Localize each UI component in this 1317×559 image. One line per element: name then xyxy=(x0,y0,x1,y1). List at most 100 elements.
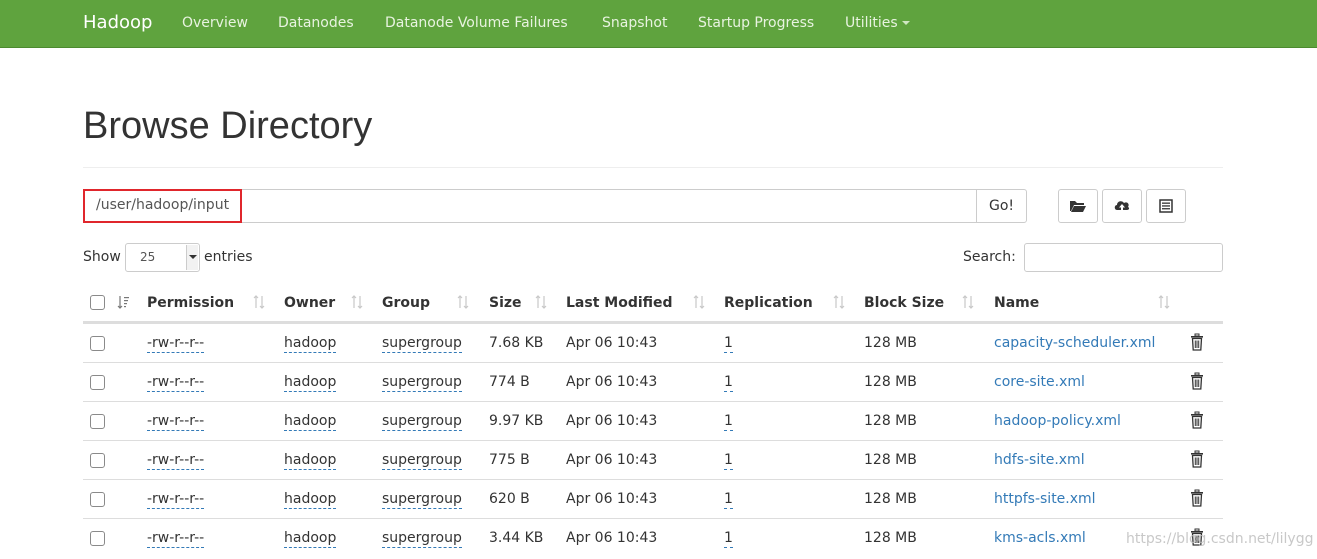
nav-snapshot[interactable]: Snapshot xyxy=(602,15,667,31)
last-modified-cell: Apr 06 10:43 xyxy=(566,335,658,351)
nav-startup-progress[interactable]: Startup Progress xyxy=(698,15,814,31)
caret-down-icon xyxy=(901,21,910,25)
owner-cell[interactable]: hadoop xyxy=(284,491,337,509)
size-cell: 7.68 KB xyxy=(489,335,544,351)
replication-cell[interactable]: 1 xyxy=(724,413,733,431)
permission-cell[interactable]: -rw-r--r-- xyxy=(147,491,205,509)
file-name-link[interactable]: hadoop-policy.xml xyxy=(994,413,1121,429)
show-label: Show xyxy=(83,249,121,265)
file-name-link[interactable]: hdfs-site.xml xyxy=(994,452,1085,468)
upload-files-button[interactable] xyxy=(1102,189,1142,223)
replication-cell[interactable]: 1 xyxy=(724,530,733,548)
owner-cell[interactable]: hadoop xyxy=(284,335,337,353)
nav-datanode-volume-failures[interactable]: Datanode Volume Failures xyxy=(385,15,568,31)
last-modified-cell: Apr 06 10:43 xyxy=(566,491,658,507)
sort-icon[interactable] xyxy=(1158,294,1170,310)
group-cell[interactable]: supergroup xyxy=(382,374,462,392)
brand-logo[interactable]: Hadoop xyxy=(83,12,152,33)
row-checkbox[interactable] xyxy=(90,492,105,507)
column-header-owner[interactable]: Owner xyxy=(284,295,335,311)
row-checkbox[interactable] xyxy=(90,414,105,429)
sort-icon[interactable] xyxy=(253,294,265,310)
nav-utilities-label: Utilities xyxy=(845,15,898,31)
permission-cell[interactable]: -rw-r--r-- xyxy=(147,374,205,392)
group-cell[interactable]: supergroup xyxy=(382,530,462,548)
search-input[interactable] xyxy=(1024,243,1223,272)
group-cell[interactable]: supergroup xyxy=(382,491,462,509)
file-name-link[interactable]: capacity-scheduler.xml xyxy=(994,335,1155,351)
title-divider xyxy=(83,167,1223,168)
owner-cell[interactable]: hadoop xyxy=(284,452,337,470)
replication-cell[interactable]: 1 xyxy=(724,374,733,392)
go-button[interactable]: Go! xyxy=(976,189,1027,223)
nav-utilities-dropdown[interactable]: Utilities xyxy=(845,15,910,31)
table-row: -rw-r--r-- hadoop supergroup 9.97 KB Apr 06 … xyxy=(83,401,1223,440)
last-modified-cell: Apr 06 10:43 xyxy=(566,374,658,390)
block-size-cell: 128 MB xyxy=(864,413,917,429)
create-directory-button[interactable] xyxy=(1058,189,1098,223)
sort-icon[interactable] xyxy=(457,294,469,310)
replication-cell[interactable]: 1 xyxy=(724,491,733,509)
size-cell: 3.44 KB xyxy=(489,530,544,546)
row-checkbox[interactable] xyxy=(90,336,105,351)
permission-cell[interactable]: -rw-r--r-- xyxy=(147,452,205,470)
size-cell: 620 B xyxy=(489,491,530,507)
size-cell: 774 B xyxy=(489,374,530,390)
nav-datanodes[interactable]: Datanodes xyxy=(278,15,354,31)
nav-overview[interactable]: Overview xyxy=(182,15,248,31)
trash-icon[interactable] xyxy=(1190,489,1204,507)
sort-icon[interactable] xyxy=(535,294,547,310)
permission-cell[interactable]: -rw-r--r-- xyxy=(147,530,205,548)
permission-cell[interactable]: -rw-r--r-- xyxy=(147,413,205,431)
trash-icon[interactable] xyxy=(1190,333,1204,351)
block-size-cell: 128 MB xyxy=(864,491,917,507)
chevron-down-icon xyxy=(186,245,198,270)
column-header-permission[interactable]: Permission xyxy=(147,295,234,311)
sort-icon[interactable] xyxy=(693,294,705,310)
sort-icon[interactable] xyxy=(351,294,363,310)
column-header-name[interactable]: Name xyxy=(994,295,1039,311)
column-header-group[interactable]: Group xyxy=(382,295,430,311)
group-cell[interactable]: supergroup xyxy=(382,413,462,431)
select-all-checkbox[interactable] xyxy=(90,295,105,310)
search-label: Search: xyxy=(963,249,1016,265)
row-checkbox[interactable] xyxy=(90,531,105,546)
last-modified-cell: Apr 06 10:43 xyxy=(566,452,658,468)
table-row: -rw-r--r-- hadoop supergroup 3.44 KB Apr 06 … xyxy=(83,518,1223,557)
group-cell[interactable]: supergroup xyxy=(382,335,462,353)
permission-cell[interactable]: -rw-r--r-- xyxy=(147,335,205,353)
table-row: -rw-r--r-- hadoop supergroup 620 B Apr 06 10… xyxy=(83,479,1223,518)
cut-paste-button[interactable] xyxy=(1146,189,1186,223)
column-header-size[interactable]: Size xyxy=(489,295,522,311)
owner-cell[interactable]: hadoop xyxy=(284,413,337,431)
column-header-block-size[interactable]: Block Size xyxy=(864,295,944,311)
sort-icon[interactable] xyxy=(117,294,129,310)
size-cell: 775 B xyxy=(489,452,530,468)
group-cell[interactable]: supergroup xyxy=(382,452,462,470)
trash-icon[interactable] xyxy=(1190,450,1204,468)
block-size-cell: 128 MB xyxy=(864,452,917,468)
sort-icon[interactable] xyxy=(833,294,845,310)
trash-icon[interactable] xyxy=(1190,411,1204,429)
file-name-link[interactable]: core-site.xml xyxy=(994,374,1085,390)
cloud-upload-icon xyxy=(1114,201,1130,212)
replication-cell[interactable]: 1 xyxy=(724,335,733,353)
block-size-cell: 128 MB xyxy=(864,335,917,351)
entries-label: entries xyxy=(204,249,253,265)
table-header: Permission Owner Group Size Last Modifie… xyxy=(83,283,1223,323)
owner-cell[interactable]: hadoop xyxy=(284,374,337,392)
row-checkbox[interactable] xyxy=(90,375,105,390)
block-size-cell: 128 MB xyxy=(864,374,917,390)
file-name-link[interactable]: kms-acls.xml xyxy=(994,530,1086,546)
column-header-replication[interactable]: Replication xyxy=(724,295,813,311)
last-modified-cell: Apr 06 10:43 xyxy=(566,413,658,429)
sort-icon[interactable] xyxy=(962,294,974,310)
folder-open-icon xyxy=(1070,201,1086,212)
size-cell: 9.97 KB xyxy=(489,413,544,429)
replication-cell[interactable]: 1 xyxy=(724,452,733,470)
owner-cell[interactable]: hadoop xyxy=(284,530,337,548)
file-name-link[interactable]: httpfs-site.xml xyxy=(994,491,1096,507)
trash-icon[interactable] xyxy=(1190,372,1204,390)
column-header-last-modified[interactable]: Last Modified xyxy=(566,295,673,311)
row-checkbox[interactable] xyxy=(90,453,105,468)
